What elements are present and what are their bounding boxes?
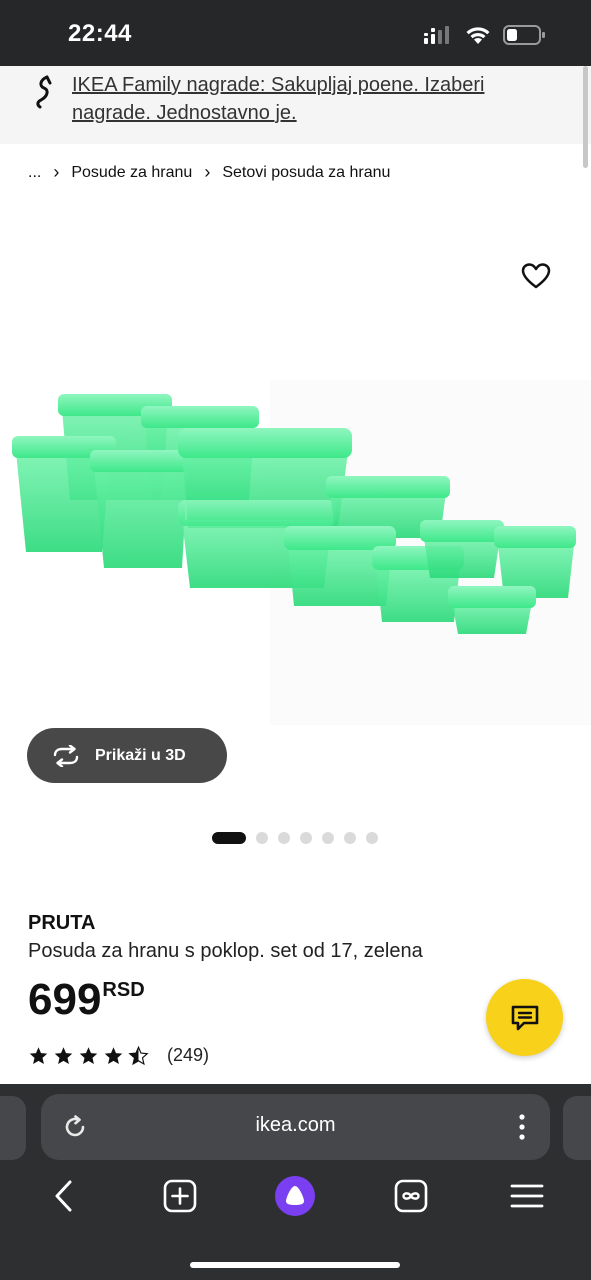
product-price: 699 RSD <box>28 975 145 1025</box>
battery-icon <box>503 25 545 45</box>
new-tab-button[interactable] <box>158 1174 202 1218</box>
carousel-dots <box>212 832 378 844</box>
new-tab-icon <box>163 1179 197 1213</box>
carousel-dot-active[interactable] <box>212 832 246 844</box>
tabs-icon <box>394 1179 428 1213</box>
back-icon <box>55 1180 72 1212</box>
breadcrumb: ... › Posude za hranu › Setovi posuda za… <box>28 162 390 183</box>
chat-button[interactable] <box>486 979 563 1056</box>
star-icon <box>79 1046 98 1064</box>
promo-link[interactable]: IKEA Family nagrade: Sakupljaj poene. Iz… <box>72 71 552 127</box>
cellular-icon <box>424 26 449 44</box>
back-button[interactable] <box>42 1174 86 1218</box>
alice-icon <box>275 1176 315 1216</box>
tabs-button[interactable] <box>389 1174 433 1218</box>
home-indicator <box>190 1262 400 1268</box>
breadcrumb-ellipsis[interactable]: ... <box>28 164 41 182</box>
product-brand: PRUTA <box>28 912 96 934</box>
chat-icon <box>511 1005 538 1030</box>
product-rating[interactable]: (249) <box>28 1045 209 1066</box>
wifi-icon <box>466 27 490 44</box>
container-shape <box>90 450 192 568</box>
status-time: 22:44 <box>68 20 132 47</box>
browser-toolbar: ikea.com <box>0 1084 591 1280</box>
chevron-right-icon: › <box>53 162 60 182</box>
carousel-dot[interactable] <box>344 832 356 844</box>
promo-banner[interactable]: IKEA Family nagrade: Sakupljaj poene. Iz… <box>0 66 591 144</box>
url-text[interactable]: ikea.com <box>41 1114 550 1137</box>
more-vertical-icon[interactable] <box>518 1112 526 1142</box>
menu-button[interactable] <box>505 1174 549 1218</box>
alice-button[interactable] <box>273 1174 317 1218</box>
address-bar[interactable]: ikea.com <box>41 1094 550 1160</box>
product-image[interactable] <box>0 230 591 730</box>
carousel-dot[interactable] <box>278 832 290 844</box>
status-bar: 22:44 <box>0 0 591 66</box>
carousel-dot[interactable] <box>300 832 312 844</box>
next-tab[interactable] <box>563 1096 591 1160</box>
view-3d-button[interactable]: Prikaži u 3D <box>27 728 227 783</box>
price-currency: RSD <box>102 979 145 1001</box>
half-star-icon <box>128 1045 149 1065</box>
carousel-dot[interactable] <box>322 832 334 844</box>
previous-tab[interactable] <box>0 1096 26 1160</box>
carousel-dot[interactable] <box>256 832 268 844</box>
view-3d-label: Prikaži u 3D <box>95 746 186 764</box>
rating-count: (249) <box>167 1045 210 1065</box>
scroll-indicator <box>583 66 588 168</box>
star-icon <box>54 1046 73 1064</box>
star-icon <box>29 1046 48 1064</box>
price-value: 699 <box>28 975 102 1024</box>
heart-icon[interactable] <box>521 262 551 290</box>
browser-nav-bar <box>0 1174 591 1226</box>
loyalty-icon <box>36 75 52 109</box>
product-description: Posuda za hranu s poklop. set od 17, zel… <box>28 940 423 962</box>
rotate-3d-icon <box>53 744 79 767</box>
status-icons <box>423 22 547 48</box>
star-icon <box>104 1046 123 1064</box>
carousel-dot[interactable] <box>366 832 378 844</box>
container-shape <box>448 586 536 634</box>
menu-icon <box>510 1184 544 1208</box>
container-shape <box>420 520 504 578</box>
chevron-right-icon: › <box>204 162 211 182</box>
breadcrumb-container-sets[interactable]: Setovi posuda za hranu <box>222 164 390 182</box>
breadcrumb-food-containers[interactable]: Posude za hranu <box>71 164 192 182</box>
